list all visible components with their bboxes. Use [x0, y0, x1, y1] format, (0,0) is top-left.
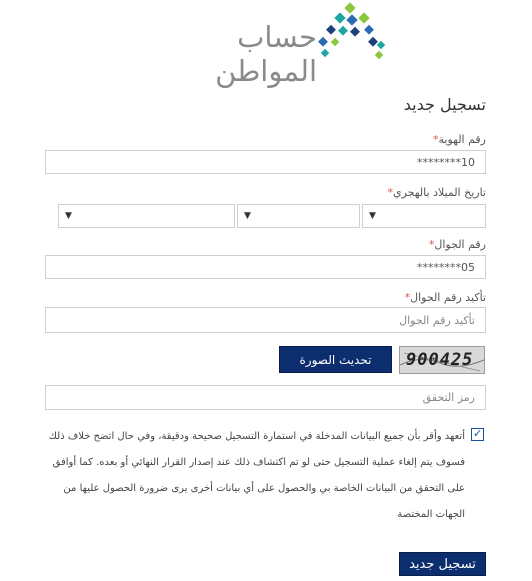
confirm-mobile-input[interactable]: تأكيد رقم الجوال	[45, 307, 486, 333]
captcha-input[interactable]: رمز التحقق	[45, 385, 486, 410]
national-id-value: 10********	[417, 155, 475, 169]
citizen-account-logo-icon	[318, 2, 386, 60]
captcha-text: 900425	[406, 350, 474, 370]
national-id-label: رقم الهوية*	[432, 133, 486, 146]
terms-checkbox[interactable]: ✓	[471, 427, 484, 441]
confirm-mobile-label: تأكيد رقم الجوال*	[404, 291, 486, 304]
chevron-down-icon: ▼	[65, 211, 72, 221]
mobile-input[interactable]: 05********	[45, 255, 486, 279]
terms-text: أتعهد وأقر بأن جميع البيانات المدخلة في …	[48, 431, 465, 520]
chevron-down-icon: ▼	[244, 211, 251, 221]
page-title: تسجيل جديد	[403, 95, 486, 114]
check-icon: ✓	[473, 427, 483, 440]
birth-day-select[interactable]: ▼	[362, 204, 486, 228]
chevron-down-icon: ▼	[369, 211, 376, 221]
captcha-image: 900425	[399, 346, 485, 374]
mobile-value: 05********	[417, 260, 475, 274]
refresh-captcha-button[interactable]: تحديث الصورة	[279, 346, 392, 373]
confirm-mobile-placeholder: تأكيد رقم الجوال	[399, 313, 475, 327]
captcha-placeholder: رمز التحقق	[422, 391, 475, 404]
mobile-label: رقم الجوال*	[428, 238, 486, 251]
birth-month-select[interactable]: ▼	[237, 204, 360, 228]
birth-date-label: تاريخ الميلاد بالهجري*	[387, 186, 486, 199]
logo-text: حساب المواطن	[215, 20, 317, 88]
register-button[interactable]: تسجيل جديد	[399, 552, 486, 576]
national-id-input[interactable]: 10********	[45, 150, 486, 174]
birth-year-select[interactable]: ▼	[58, 204, 235, 228]
